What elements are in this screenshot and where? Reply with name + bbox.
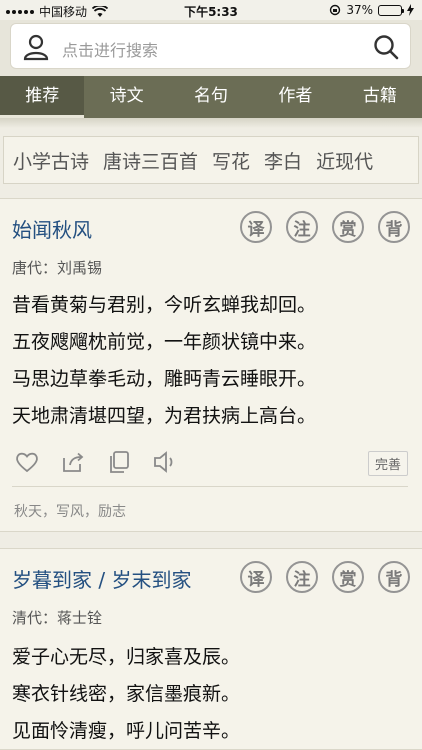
poem-line: 寒衣针线密，家信墨痕新。 — [12, 683, 241, 705]
appreciate-button[interactable]: 赏 — [332, 211, 364, 243]
main-tabs: 推荐 诗文 名句 作者 古籍 — [0, 76, 422, 118]
tag-modern[interactable]: 近现代 — [316, 147, 373, 174]
tag-flowers[interactable]: 写花 — [212, 147, 250, 174]
tag-li-bai[interactable]: 李白 — [264, 147, 302, 174]
copy-icon[interactable] — [106, 449, 132, 475]
tag-bar: 小学古诗 唐诗三百首 写花 李白 近现代 — [3, 136, 419, 184]
tab-poems[interactable]: 诗文 — [84, 76, 168, 118]
battery-percent: 37% — [346, 3, 373, 17]
poem-line: 五夜飕飗枕前觉，一年颜状镜中来。 — [12, 331, 317, 353]
search-input[interactable]: 点击进行搜索 — [62, 37, 158, 61]
annotate-button[interactable]: 注 — [286, 561, 318, 593]
poem-body: 昔看黄菊与君别，今听玄蝉我却回。 五夜飕飗枕前觉，一年颜状镜中来。 马思边草拳毛… — [12, 287, 316, 435]
status-bar: 中国移动 下午5:33 37% — [0, 0, 422, 20]
header: 点击进行搜索 推荐 诗文 名句 作者 古籍 — [0, 20, 422, 118]
search-bar[interactable]: 点击进行搜索 — [10, 23, 411, 69]
poem-author[interactable]: 唐代：刘禹锡 — [12, 257, 102, 278]
orientation-lock-icon — [330, 4, 341, 16]
poem-line: 爱子心无尽，归家喜及辰。 — [12, 646, 241, 668]
poem-card: 岁暮到家 / 岁末到家 译 注 赏 背 清代：蒋士铨 爱子心无尽，归家喜及辰。 … — [0, 548, 422, 750]
header-shadow — [0, 118, 422, 128]
heart-icon[interactable] — [14, 449, 40, 475]
poem-title[interactable]: 始闻秋风 — [12, 214, 92, 243]
poem-line: 昔看黄菊与君别，今听玄蝉我却回。 — [12, 294, 317, 316]
poem-line: 天地肃清堪四望，为君扶病上高台。 — [12, 405, 317, 427]
user-icon[interactable] — [21, 32, 51, 62]
recite-button[interactable]: 背 — [378, 561, 410, 593]
tab-famous-lines[interactable]: 名句 — [169, 76, 253, 118]
poem-line: 马思边草拳毛动，雕眄青云睡眼开。 — [12, 368, 317, 390]
poem-body: 爱子心无尽，归家喜及辰。 寒衣针线密，家信墨痕新。 见面怜清瘦，呼儿问苦辛。 — [12, 639, 240, 750]
poem-actions: 译 注 赏 背 — [240, 211, 410, 243]
improve-button[interactable]: 完善 — [367, 451, 408, 476]
poem-author[interactable]: 清代：蒋士铨 — [12, 607, 102, 628]
card-divider — [12, 486, 408, 487]
translate-button[interactable]: 译 — [240, 211, 272, 243]
tag-tang-300[interactable]: 唐诗三百首 — [103, 147, 198, 174]
charging-icon — [407, 4, 414, 16]
poem-toolbar: 完善 — [14, 449, 408, 479]
status-right: 37% — [329, 3, 414, 17]
appreciate-button[interactable]: 赏 — [332, 561, 364, 593]
poem-title[interactable]: 岁暮到家 / 岁末到家 — [12, 564, 191, 593]
tag-primary-school[interactable]: 小学古诗 — [13, 147, 89, 174]
tab-classics[interactable]: 古籍 — [338, 76, 422, 118]
translate-button[interactable]: 译 — [240, 561, 272, 593]
battery-icon — [378, 4, 404, 16]
tab-recommend[interactable]: 推荐 — [0, 76, 85, 118]
poem-actions: 译 注 赏 背 — [240, 561, 410, 593]
search-icon[interactable] — [372, 33, 400, 61]
tab-authors[interactable]: 作者 — [253, 76, 337, 118]
poem-tags[interactable]: 秋天，写风，励志 — [14, 501, 126, 521]
poem-card: 始闻秋风 译 注 赏 背 唐代：刘禹锡 昔看黄菊与君别，今听玄蝉我却回。 五夜飕… — [0, 198, 422, 532]
speaker-icon[interactable] — [152, 449, 178, 475]
annotate-button[interactable]: 注 — [286, 211, 318, 243]
recite-button[interactable]: 背 — [378, 211, 410, 243]
poem-line: 见面怜清瘦，呼儿问苦辛。 — [12, 720, 241, 742]
share-icon[interactable] — [60, 449, 86, 475]
